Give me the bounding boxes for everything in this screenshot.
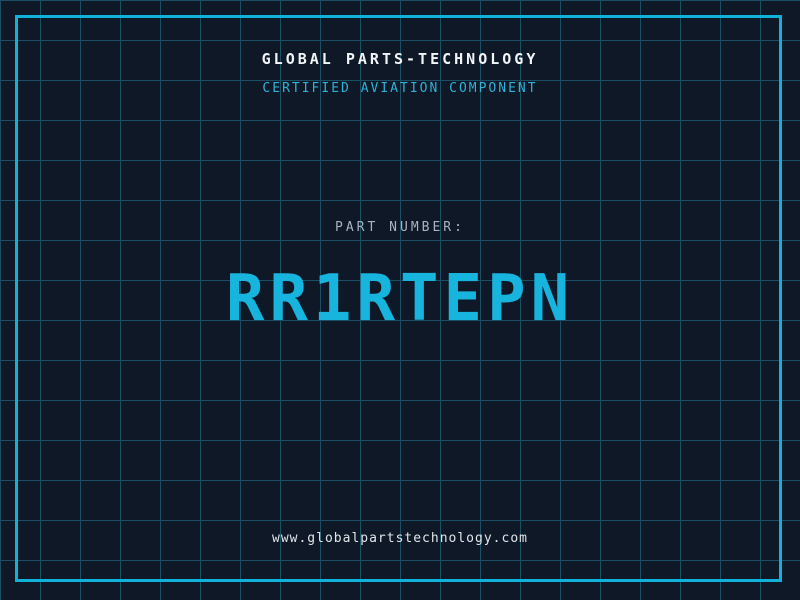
certification-tagline: CERTIFIED AVIATION COMPONENT [262,81,538,96]
part-number-label: PART NUMBER: [335,220,465,235]
part-number-value: RR1RTEPN [225,262,575,336]
company-name: GLOBAL PARTS-TECHNOLOGY [261,50,539,68]
part-label-page: GLOBAL PARTS-TECHNOLOGY CERTIFIED AVIATI… [0,0,800,600]
website-url: www.globalpartstechnology.com [272,531,528,546]
